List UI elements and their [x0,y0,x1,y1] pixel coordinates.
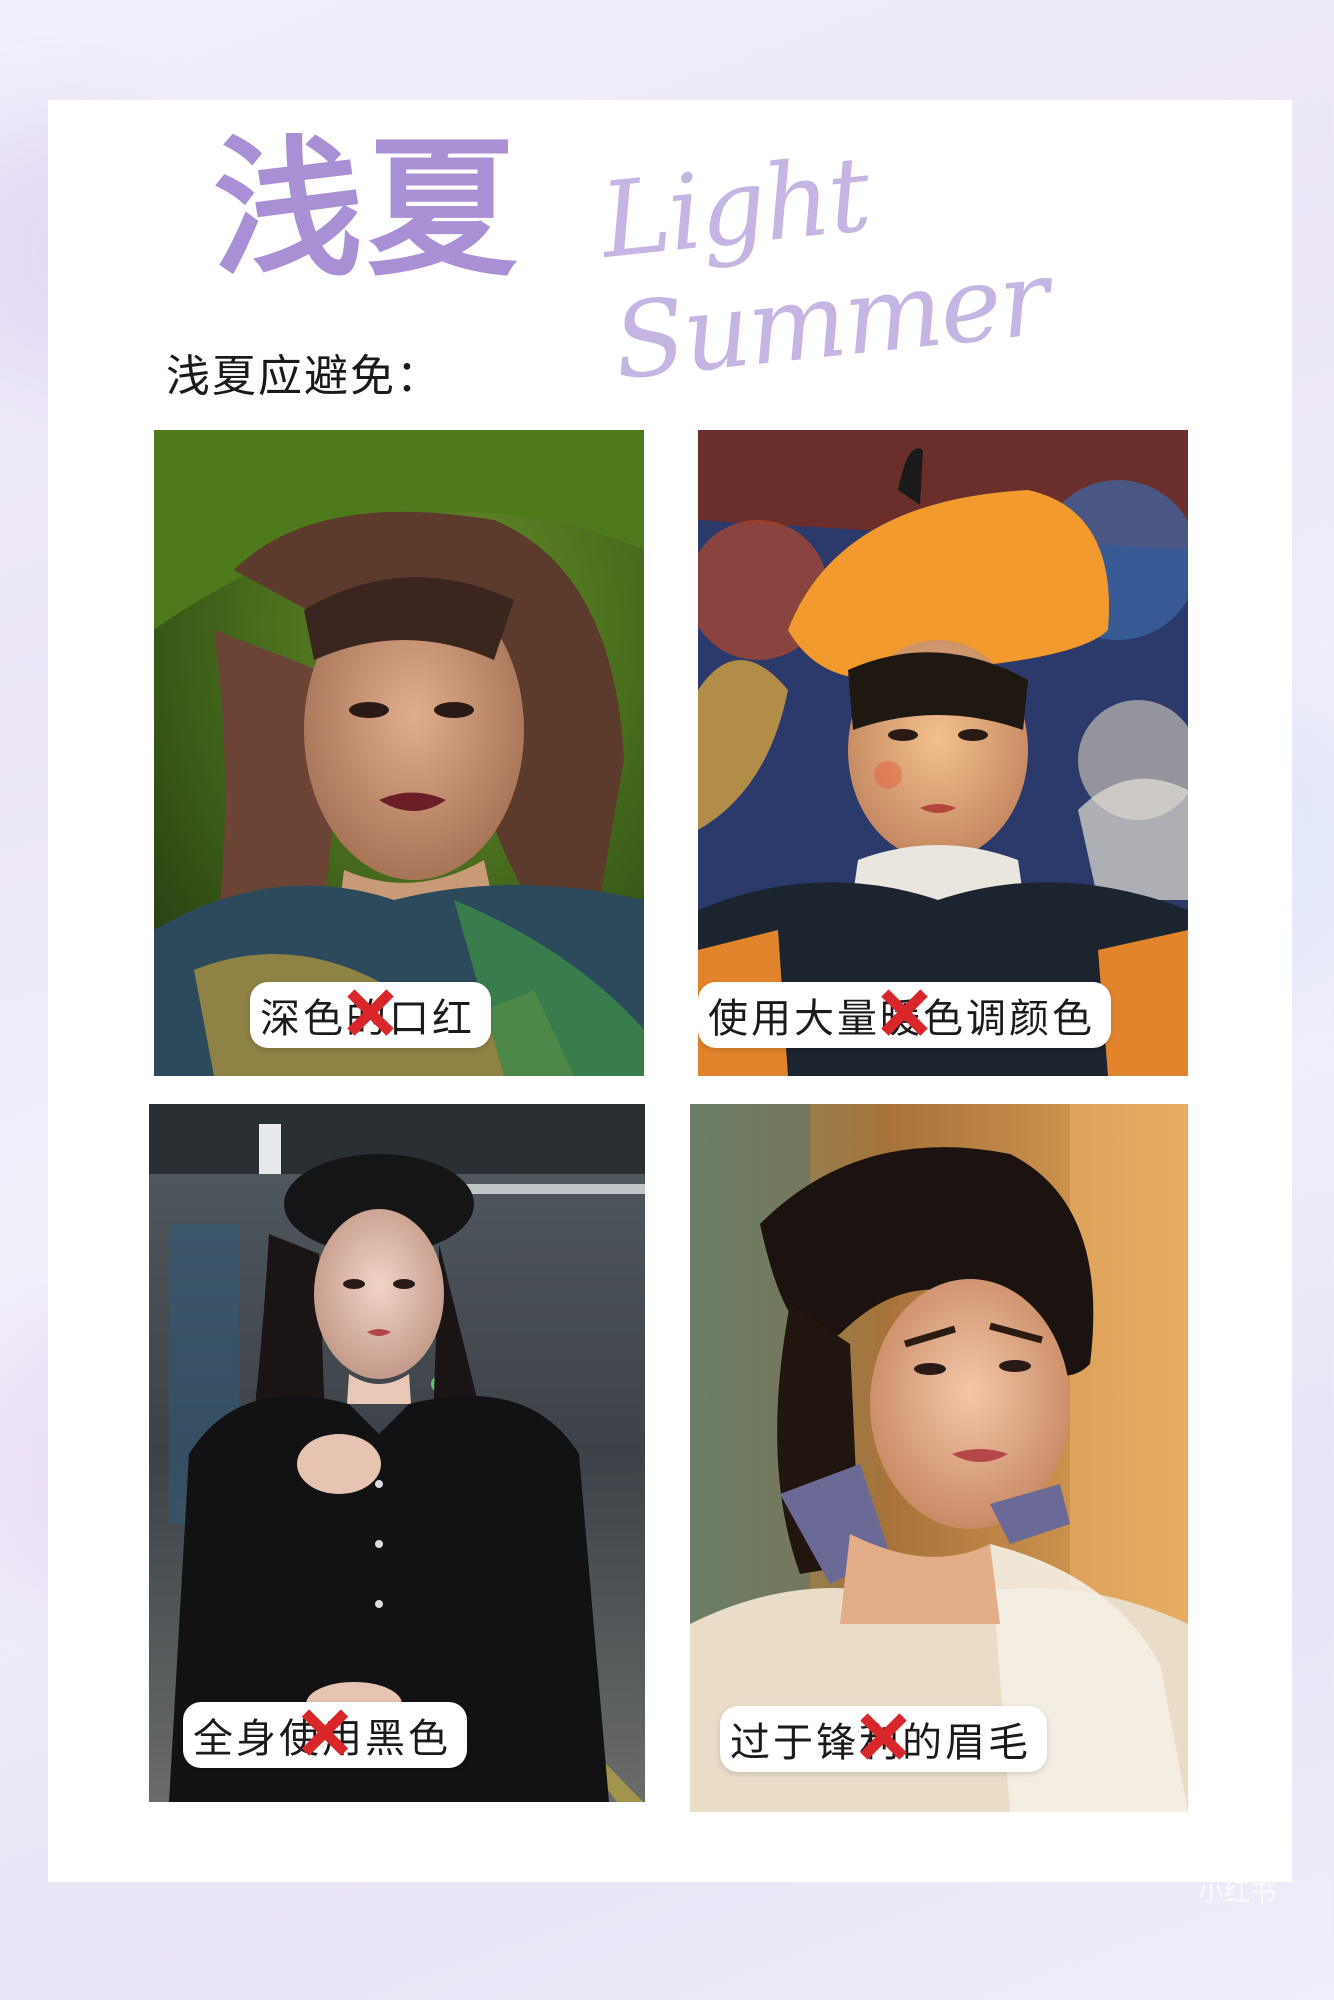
x-mark-icon [881,989,928,1036]
tag-dark-lipstick: 深色的口红 [250,982,491,1048]
title-script-english: Light Summer [595,132,1054,404]
tag-warm-colors: 使用大量暖色调颜色 [698,982,1111,1048]
tag-all-black: 全身使用黑色 [183,1702,467,1768]
tag-sharp-brows: 过于锋利的眉毛 [720,1706,1047,1772]
x-mark-icon [301,1709,349,1756]
photo-dark-lipstick: 深色的口红 [154,430,644,1076]
content-card: 浅夏 Light Summer 浅夏应避免： [48,100,1292,1882]
x-mark-icon [860,1713,907,1760]
title-chinese: 浅夏 [213,123,522,297]
watermark: 小红书 [1198,1878,1277,1908]
photo-warm-colors: 使用大量暖色调颜色 [698,430,1188,1076]
subtitle-avoid: 浅夏应避免： [166,351,442,402]
x-mark-icon [347,989,394,1036]
photo-sharp-brows: 过于锋利的眉毛 [690,1104,1188,1812]
photo-all-black: 全身使用黑色 [149,1104,645,1802]
